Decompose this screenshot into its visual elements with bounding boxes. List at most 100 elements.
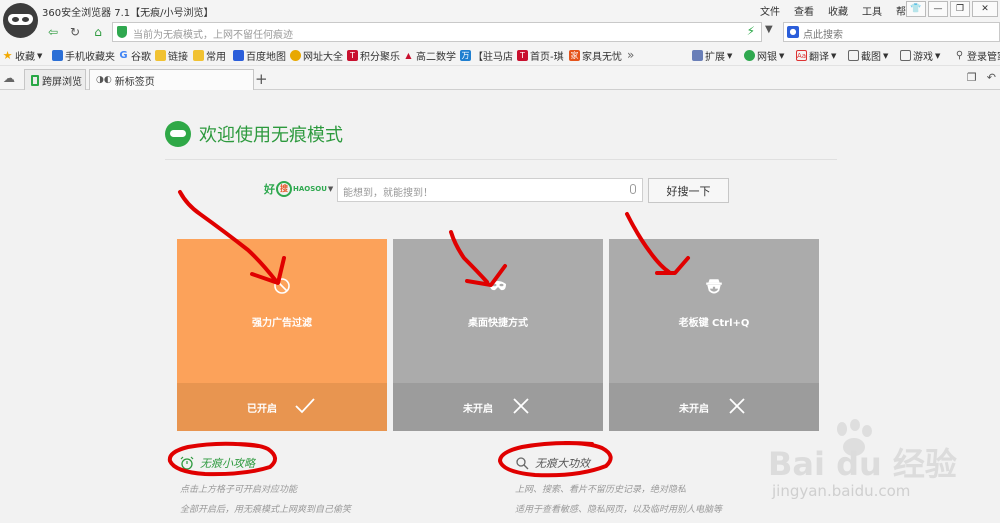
shield-check-icon (744, 50, 755, 61)
fav-zhumadian[interactable]: 万【驻马店 (460, 48, 513, 63)
fav-home[interactable]: T 首页-琪 (517, 48, 564, 63)
tool-games[interactable]: 游戏 ▼ (900, 48, 940, 63)
feature-card-desktop-shortcut[interactable]: 桌面快捷方式 未开启 (393, 239, 603, 431)
incognito-logo-icon[interactable] (3, 3, 38, 38)
home-icon[interactable]: ⌂ (89, 23, 107, 41)
mask-icon: ◑◐ (96, 75, 112, 85)
cloud-icon[interactable]: ☁ (3, 71, 15, 85)
fav-common[interactable]: 常用 (193, 48, 226, 63)
url-field[interactable]: 当前为无痕模式，上网不留任何痕迹 ⚡ (112, 22, 762, 42)
incognito-mask-icon (165, 121, 191, 147)
menu-file[interactable]: 文件 (760, 3, 780, 18)
page-title: 欢迎使用无痕模式 (199, 125, 343, 146)
tool-banking[interactable]: 网银 ▼ (744, 48, 784, 63)
t-icon: T (517, 50, 528, 61)
tab-tools: ❐ ↶ (967, 71, 996, 84)
minimize-button[interactable]: — (928, 1, 948, 17)
url-placeholder: 当前为无痕模式，上网不留任何痕迹 (133, 30, 293, 41)
gamepad-icon (900, 50, 911, 61)
feature-card-ad-filter[interactable]: 强力广告过滤 已开启 (177, 239, 387, 431)
menu-tools[interactable]: 工具 (862, 3, 882, 18)
tips-heading-guide: 无痕小攻略 (180, 455, 255, 471)
search-icon (516, 457, 529, 470)
globe-icon (290, 50, 301, 61)
skin-icon[interactable]: 👕 (906, 1, 926, 17)
refresh-icon[interactable]: ↻ (66, 23, 84, 41)
tab-cross-screen[interactable]: 跨屏浏览 (24, 69, 86, 90)
fav-mobile[interactable]: 手机收藏夹 (52, 48, 115, 63)
chevron-down-icon[interactable]: ▼ (765, 24, 773, 35)
baidu-paw-icon: ● (787, 26, 799, 38)
address-bar: ⇦ ↻ ⌂ 当前为无痕模式，上网不留任何痕迹 ⚡ ▼ ● 点此搜索 (0, 20, 1000, 44)
fav-more[interactable]: » (627, 48, 634, 62)
tool-screenshot[interactable]: 截图 ▼ (848, 48, 888, 63)
fav-points[interactable]: T 积分聚乐 (347, 48, 400, 63)
speed-bolt-icon[interactable]: ⚡ (747, 24, 755, 38)
fav-sites[interactable]: 网址大全 (290, 48, 343, 63)
feature-card-boss-key[interactable]: 老板键 Ctrl+Q 未开启 (609, 239, 819, 431)
back-icon[interactable]: ⇦ (44, 23, 62, 41)
restore-tabs-icon[interactable]: ❐ (967, 71, 977, 84)
incognito-start-page: 欢迎使用无痕模式 好 搜 HAOSOU ▼ 能想到，就能搜到！ 好搜一下 强力广… (0, 91, 1000, 523)
translate-icon: Aa (796, 50, 807, 61)
divider (165, 159, 837, 160)
tab-bar: ☁ 跨屏浏览 ◑◐ 新标签页 + ❐ ↶ (0, 66, 1000, 90)
app-title: 360安全浏览器 7.1【无痕/小号浏览】 (42, 8, 214, 19)
folder-icon (155, 50, 166, 61)
google-icon: G (119, 50, 128, 61)
folder-icon (193, 50, 204, 61)
cross-icon (513, 398, 529, 414)
menu-favorites[interactable]: 收藏 (828, 3, 848, 18)
card-status: 未开启 (679, 404, 709, 415)
jia-icon: 家 (569, 50, 580, 61)
fav-links[interactable]: 链接 (155, 48, 188, 63)
maximize-button[interactable]: ❐ (950, 1, 970, 17)
fav-math[interactable]: ▲ 高二数学 (403, 48, 456, 63)
map-icon (233, 50, 244, 61)
mask-icon (490, 281, 506, 291)
fav-furniture[interactable]: 家家具无忧 (569, 48, 622, 63)
card-title: 老板键 Ctrl+Q (678, 318, 750, 329)
new-tab-button[interactable]: + (255, 70, 268, 88)
tool-login[interactable]: ⚲登录管家 (954, 48, 1000, 63)
tool-extensions[interactable]: 扩展 ▼ (692, 48, 732, 63)
search-engine-selector[interactable]: 好 搜 HAOSOU ▼ (264, 181, 333, 197)
card-status: 已开启 (247, 404, 277, 415)
alarm-clock-icon (180, 456, 194, 470)
fav-google[interactable]: G 谷歌 (118, 48, 151, 63)
tip-line: 全部开启后，用无痕模式上网爽到自己偷笑 (180, 505, 352, 515)
window-controls: 👕 — ❐ ✕ (904, 1, 998, 17)
tip-line: 点击上方格子可开启对应功能 (180, 485, 298, 495)
favorites-bar: ★ 收藏 ▼ 手机收藏夹 G 谷歌 链接 常用 百度地图 网址大全 T 积分聚乐 ▲ 高二… (0, 44, 1000, 66)
card-title: 桌面快捷方式 (468, 318, 528, 329)
tip-line: 适用于查看敏感、隐私网页，以及临时用别人电脑等 (515, 505, 723, 515)
phone-icon (31, 74, 39, 86)
wan-icon: 万 (460, 50, 471, 61)
title-menu: 文件 查看 收藏 工具 帮助 (760, 3, 916, 18)
phone-icon (52, 50, 63, 61)
undo-close-icon[interactable]: ↶ (987, 71, 996, 84)
fav-star[interactable]: ★ 收藏 ▼ (2, 48, 43, 63)
haosou-logo-icon: 搜 (276, 181, 292, 197)
search-placeholder: 点此搜索 (803, 30, 843, 41)
search-button[interactable]: 好搜一下 (648, 178, 729, 203)
search-input[interactable]: 能想到，就能搜到！ (337, 178, 643, 202)
shield-icon (117, 26, 127, 38)
welcome-header: 欢迎使用无痕模式 (165, 121, 343, 147)
rooftop-icon: ▲ (405, 51, 412, 60)
microphone-icon[interactable] (630, 184, 636, 194)
card-title: 强力广告过滤 (252, 318, 312, 329)
tab-new-tab[interactable]: ◑◐ 新标签页 (89, 69, 254, 90)
fav-baidu-map[interactable]: 百度地图 (233, 48, 286, 63)
t-icon: T (347, 50, 358, 61)
cross-icon (729, 398, 745, 414)
menu-view[interactable]: 查看 (794, 3, 814, 18)
tool-translate[interactable]: Aa 翻译 ▼ (796, 48, 836, 63)
tip-line: 上网、搜索、看片不留历史记录，绝对隐私 (515, 485, 687, 495)
tips-heading-benefits: 无痕大功效 (515, 455, 590, 471)
close-button[interactable]: ✕ (972, 1, 998, 17)
search-field[interactable]: ● 点此搜索 (783, 22, 1000, 42)
chevron-down-icon: ▼ (327, 185, 334, 193)
ad-block-icon (274, 278, 290, 294)
star-icon: ★ (2, 49, 13, 62)
